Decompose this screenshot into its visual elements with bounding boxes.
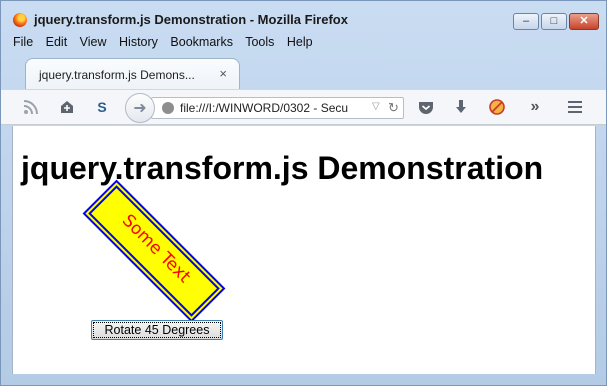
menu-bar: File Edit View History Bookmarks Tools H…: [13, 35, 322, 51]
history-dropdown-icon[interactable]: ▽: [372, 101, 380, 112]
close-icon: ✕: [579, 15, 589, 27]
tab-strip: jquery.transform.js Demons... ×: [1, 54, 606, 90]
menu-edit[interactable]: Edit: [46, 35, 68, 49]
title-bar: jquery.transform.js Demonstration - Mozi…: [1, 1, 606, 31]
blocker-icon[interactable]: [488, 98, 506, 116]
tab-demo[interactable]: jquery.transform.js Demons... ×: [25, 58, 240, 90]
globe-icon: [162, 102, 174, 114]
back-button[interactable]: ➜: [125, 93, 155, 123]
maximize-button[interactable]: □: [541, 13, 567, 30]
overflow-icon[interactable]: »: [526, 98, 544, 116]
url-text[interactable]: file:///I:/WINWORD/0302 - Secu: [180, 101, 370, 115]
page-heading: jquery.transform.js Demonstration: [21, 150, 544, 186]
bookmark-add-icon[interactable]: [58, 98, 76, 116]
minimize-icon: –: [522, 15, 530, 27]
page-content: jquery.transform.js Demonstration Some T…: [12, 126, 596, 374]
url-bar[interactable]: file:///I:/WINWORD/0302 - Secu ▽ ↻: [151, 97, 404, 119]
rotated-text-box: Some Text: [88, 185, 220, 317]
back-arrow-icon: ➜: [133, 100, 147, 117]
menu-bookmarks[interactable]: Bookmarks: [170, 35, 233, 49]
rotated-text: Some Text: [117, 210, 195, 288]
firefox-window: jquery.transform.js Demonstration - Mozi…: [0, 0, 607, 386]
rss-icon[interactable]: [22, 98, 40, 116]
menu-view[interactable]: View: [80, 35, 107, 49]
s-addon-icon[interactable]: S: [93, 98, 111, 116]
menu-tools[interactable]: Tools: [245, 35, 274, 49]
tab-close-icon[interactable]: ×: [219, 66, 227, 81]
menu-help[interactable]: Help: [287, 35, 313, 49]
firefox-logo-icon: [13, 13, 27, 27]
tab-label: jquery.transform.js Demons...: [39, 68, 195, 82]
maximize-icon: □: [550, 15, 558, 27]
navigation-toolbar: S ➜ file:///I:/WINWORD/0302 - Secu ▽ ↻ »: [1, 89, 606, 125]
window-title: jquery.transform.js Demonstration - Mozi…: [34, 12, 348, 27]
menu-history[interactable]: History: [119, 35, 158, 49]
reload-icon[interactable]: ↻: [388, 100, 399, 116]
close-button[interactable]: ✕: [569, 13, 599, 30]
menu-icon[interactable]: [566, 98, 584, 116]
pocket-icon[interactable]: [417, 98, 435, 116]
download-icon[interactable]: [452, 98, 470, 116]
menu-file[interactable]: File: [13, 35, 33, 49]
rotate-button[interactable]: Rotate 45 Degrees: [91, 320, 223, 340]
minimize-button[interactable]: –: [513, 13, 539, 30]
